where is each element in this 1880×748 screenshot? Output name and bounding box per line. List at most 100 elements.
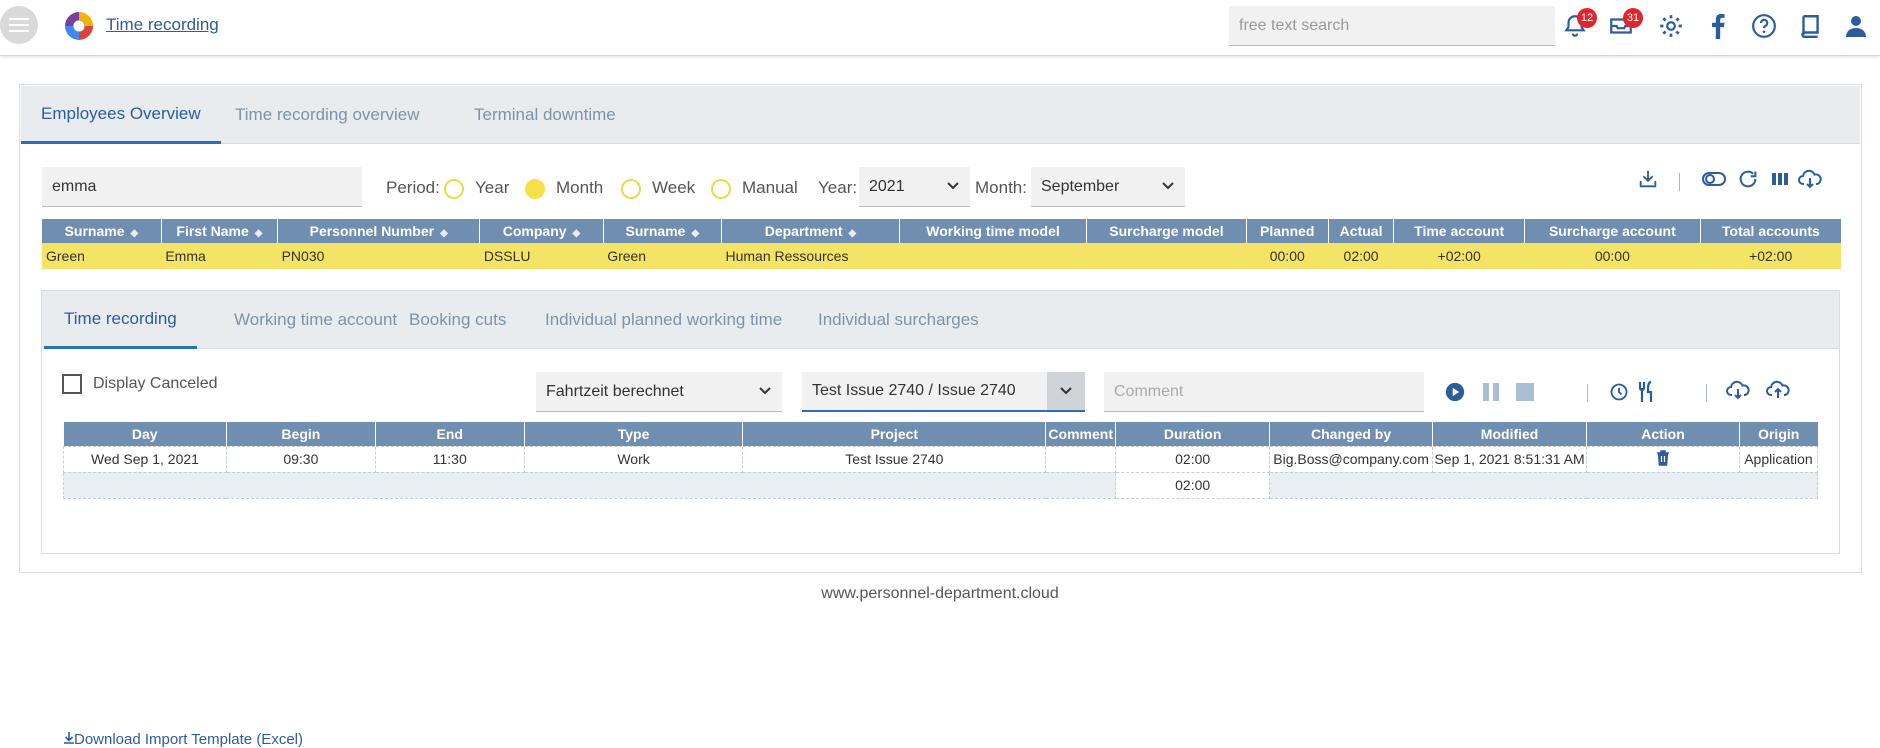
col-header-total-accounts[interactable]: Total accounts [1700, 219, 1841, 243]
manual-button[interactable] [1796, 12, 1824, 40]
cell-surcharge-account: 00:00 [1524, 243, 1701, 269]
period-week-radio[interactable] [621, 179, 641, 199]
tab-employees-overview[interactable]: Employees Overview [21, 86, 221, 144]
cloud-download-button[interactable] [1798, 167, 1822, 191]
employee-name-input[interactable]: emma [42, 167, 362, 207]
messages-badge: 31 [1623, 8, 1643, 28]
export-button[interactable] [1636, 167, 1660, 191]
table-row[interactable]: Wed Sep 1, 2021 09:30 11:30 Work Test Is… [63, 445, 1819, 473]
col-header-surcharge-model[interactable]: Surcharge model [1086, 219, 1247, 243]
sort-icon: ◆ [572, 228, 581, 239]
period-year-label: Year [475, 178, 510, 197]
messages-button[interactable]: 31 [1607, 8, 1643, 40]
pause-icon [1483, 383, 1499, 401]
tab-individual-planned-working-time[interactable]: Individual planned working time [525, 291, 802, 349]
tab-working-time-account[interactable]: Working time account [214, 291, 417, 349]
period-manual-label: Manual [742, 178, 798, 197]
user-icon [1846, 16, 1866, 37]
period-year-radio[interactable] [444, 179, 464, 199]
col-header-company[interactable]: Company ◆ [479, 219, 604, 243]
col-header-day[interactable]: Day [63, 422, 227, 446]
facebook-button[interactable] [1704, 12, 1732, 40]
notifications-button[interactable]: 12 [1561, 8, 1597, 40]
period-week-label: Week [652, 178, 696, 197]
cell-first-name: Emma [161, 243, 278, 269]
month-select[interactable]: September [1031, 167, 1185, 207]
cell-duration: 02:00 [1115, 445, 1271, 473]
col-header-project[interactable]: Project [742, 422, 1047, 446]
pause-button[interactable] [1479, 380, 1503, 404]
download-icon [64, 732, 74, 744]
year-label: Year: [818, 178, 858, 197]
help-button[interactable] [1750, 12, 1778, 40]
col-header-duration[interactable]: Duration [1115, 422, 1271, 446]
break-button[interactable] [1635, 380, 1659, 404]
col-header-department[interactable]: Department ◆ [721, 219, 900, 243]
settings-button[interactable] [1657, 12, 1685, 40]
tab-individual-surcharges[interactable]: Individual surcharges [798, 291, 999, 349]
display-canceled-checkbox[interactable] [62, 374, 82, 394]
cell-working-time-model [899, 243, 1087, 269]
refresh-button[interactable] [1736, 167, 1760, 191]
sort-icon: ◆ [130, 228, 139, 239]
col-header-comment[interactable]: Comment [1045, 422, 1117, 446]
col-header-actual[interactable]: Actual [1328, 219, 1395, 243]
comment-input[interactable]: Comment [1104, 372, 1424, 412]
tab-booking-cuts[interactable]: Booking cuts [389, 291, 526, 349]
cloud-download-button[interactable] [1726, 378, 1750, 402]
col-header-surcharge-account[interactable]: Surcharge account [1524, 219, 1701, 243]
table-row[interactable]: Green Emma PN030 DSSLU Green Human Resso… [42, 243, 1841, 269]
sort-icon: ◆ [691, 228, 700, 239]
col-header-working-time-model[interactable]: Working time model [899, 219, 1088, 243]
col-header-personnel-number[interactable]: Personnel Number ◆ [277, 219, 481, 243]
trash-icon[interactable] [1656, 449, 1670, 466]
col-header-action[interactable]: Action [1586, 422, 1740, 446]
project-dropdown-toggle[interactable] [1047, 372, 1085, 410]
columns-button[interactable] [1768, 167, 1792, 191]
chevron-down-icon [1060, 387, 1072, 395]
tab-time-recording-overview[interactable]: Time recording overview [215, 86, 440, 144]
col-header-first-name[interactable]: First Name ◆ [161, 219, 279, 243]
cell-personnel-number: PN030 [277, 243, 480, 269]
chevron-down-icon [947, 182, 959, 190]
download-template-link[interactable]: Download Import Template (Excel) [64, 731, 303, 748]
toolbar-divider [1679, 173, 1680, 191]
tab-terminal-downtime[interactable]: Terminal downtime [454, 86, 636, 144]
profile-button[interactable] [1842, 12, 1870, 40]
col-header-time-account[interactable]: Time account [1393, 219, 1525, 243]
project-value: Test Issue 2740 / Issue 2740 [812, 382, 1016, 399]
year-select[interactable]: 2021 [859, 167, 970, 207]
month-label: Month: [975, 178, 1027, 197]
question-icon [1752, 14, 1776, 38]
download-tray-icon [1639, 170, 1657, 188]
hamburger-menu-button[interactable] [0, 6, 38, 44]
col-header-surname[interactable]: Surname ◆ [42, 219, 162, 243]
cell-surname: Green [42, 243, 162, 269]
tab-time-recording[interactable]: Time recording [44, 291, 197, 349]
col-header-modified[interactable]: Modified [1432, 422, 1588, 446]
start-button[interactable] [1443, 380, 1467, 404]
cell-begin: 09:30 [225, 445, 376, 473]
col-header-changed-by[interactable]: Changed by [1269, 422, 1434, 446]
cloud-upload-button[interactable] [1766, 378, 1790, 402]
period-manual-radio[interactable] [711, 179, 731, 199]
stop-button[interactable] [1513, 380, 1537, 404]
col-header-begin[interactable]: Begin [226, 422, 376, 446]
cell-type: Work [523, 445, 744, 473]
col-header-origin[interactable]: Origin [1739, 422, 1818, 446]
time-button[interactable] [1607, 380, 1631, 404]
col-header-type[interactable]: Type [524, 422, 744, 446]
cell-total-accounts: +02:00 [1700, 243, 1841, 269]
search-input[interactable]: free text search [1229, 6, 1555, 46]
col-header-surname-2[interactable]: Surname ◆ [603, 219, 723, 243]
col-header-end[interactable]: End [375, 422, 525, 446]
app-title-link[interactable]: Time recording [106, 15, 219, 35]
cell-actual: 02:00 [1328, 243, 1394, 269]
col-header-planned[interactable]: Planned [1246, 219, 1329, 243]
cloud-download-icon [1798, 169, 1822, 189]
toggle-button[interactable] [1702, 167, 1726, 191]
booking-type-select[interactable]: Fahrtzeit berechnet [536, 372, 782, 412]
sort-icon: ◆ [848, 228, 857, 239]
project-select[interactable]: Test Issue 2740 / Issue 2740 [802, 372, 1085, 412]
period-month-radio[interactable] [525, 179, 545, 199]
